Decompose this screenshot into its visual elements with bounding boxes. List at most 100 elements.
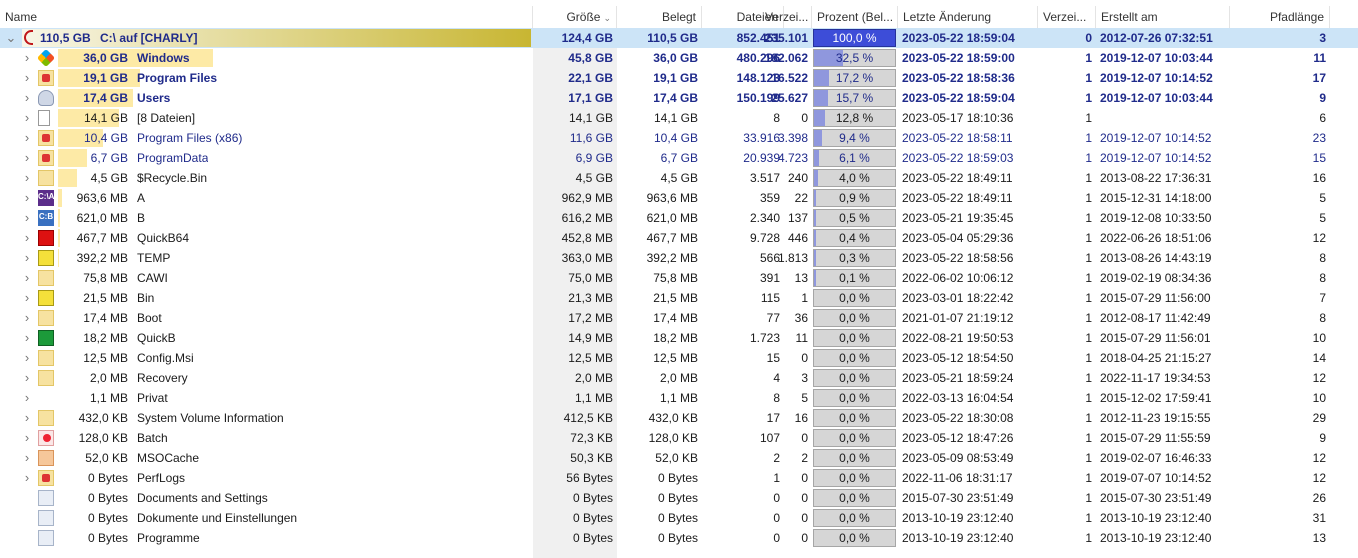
tree-row-root[interactable]: ⌄ 110,5 GB C:\ auf [CHARLY] 124,4 GB 110… <box>0 28 1358 48</box>
tree-row[interactable]: › C:\A 963,6 MB A 962,9 MB 963,6 MB 359 … <box>0 188 1358 208</box>
chevron-right-icon[interactable]: › <box>21 468 33 488</box>
chevron-right-icon[interactable]: › <box>21 248 33 268</box>
tree-row[interactable]: › 12,5 MB Config.Msi 12,5 MB 12,5 MB 15 … <box>0 348 1358 368</box>
chevron-right-icon[interactable]: › <box>21 428 33 448</box>
cell-size: 10,4 GB <box>83 131 128 145</box>
cell-groesse: 12,5 MB <box>568 351 613 365</box>
cell-erstellt-am: 2013-08-26 14:43:19 <box>1100 251 1212 265</box>
cell-erstellt-am: 2019-12-07 10:14:52 <box>1100 131 1212 145</box>
column-verzeichnisse-2[interactable]: Verzei... <box>1038 6 1096 28</box>
tree-row[interactable]: › 6,7 GB ProgramData 6,9 GB 6,7 GB 20.93… <box>0 148 1358 168</box>
percent-bar: 32,5 % <box>813 49 896 67</box>
tree-row[interactable]: › 21,5 MB Bin 21,3 MB 21,5 MB 115 1 0,0 … <box>0 288 1358 308</box>
tree-row[interactable]: › 2,0 MB Recovery 2,0 MB 2,0 MB 4 3 0,0 … <box>0 368 1358 388</box>
chevron-right-icon[interactable]: › <box>21 408 33 428</box>
quickb-green-icon <box>38 330 54 346</box>
column-groesse[interactable]: Größe ⌄ <box>533 6 617 28</box>
cell-verzeichnisse-2: 1 <box>1085 511 1092 525</box>
tree-row[interactable]: › 128,0 KB Batch 72,3 KB 128,0 KB 107 0 … <box>0 428 1358 448</box>
percent-text: 9,4 % <box>839 131 870 145</box>
chevron-right-icon[interactable] <box>21 508 33 528</box>
cell-verzeichnisse: 182.062 <box>764 51 808 65</box>
cell-pfadlaenge: 26 <box>1312 491 1326 505</box>
tree-row[interactable]: › 1,1 MB Privat 1,1 MB 1,1 MB 8 5 0,0 % … <box>0 388 1358 408</box>
cell-verzeichnisse: 0 <box>801 111 808 125</box>
cell-groesse: 75,0 MB <box>568 271 613 285</box>
cell-verzeichnisse: 1 <box>801 291 808 305</box>
chevron-right-icon[interactable]: › <box>21 168 33 188</box>
chevron-right-icon[interactable]: › <box>21 228 33 248</box>
chevron-right-icon[interactable]: › <box>21 308 33 328</box>
tree-row[interactable]: › 14,1 GB [8 Dateien] 14,1 GB 14,1 GB 8 … <box>0 108 1358 128</box>
cell-size: 1,1 MB <box>89 391 128 405</box>
chevron-right-icon[interactable]: › <box>21 288 33 308</box>
cell-verzeichnisse: 0 <box>801 431 808 445</box>
chevron-right-icon[interactable]: › <box>21 268 33 288</box>
tree-row[interactable]: › 17,4 GB Users 17,1 GB 17,4 GB 150.199 … <box>0 88 1358 108</box>
tree-row[interactable]: › 75,8 MB CAWI 75,0 MB 75,8 MB 391 13 0,… <box>0 268 1358 288</box>
cell-verzeichnisse: 11 <box>795 331 808 345</box>
cell-size: 75,8 MB <box>83 271 128 285</box>
cell-pfadlaenge: 12 <box>1312 471 1326 485</box>
tree-row[interactable]: › 52,0 KB MSOCache 50,3 KB 52,0 KB 2 2 0… <box>0 448 1358 468</box>
chevron-right-icon[interactable]: › <box>21 108 33 128</box>
users-icon <box>38 90 54 106</box>
column-pfadlaenge[interactable]: Pfadlänge <box>1230 6 1330 28</box>
tree-row[interactable]: › 4,5 GB $Recycle.Bin 4,5 GB 4,5 GB 3.51… <box>0 168 1358 188</box>
cell-name: A <box>137 191 146 205</box>
chevron-right-icon[interactable]: › <box>21 208 33 228</box>
tree-row[interactable]: › 392,2 MB TEMP 363,0 MB 392,2 MB 566 1.… <box>0 248 1358 268</box>
tree-row[interactable]: › 36,0 GB Windows 45,8 GB 36,0 GB 480.29… <box>0 48 1358 68</box>
tree-row[interactable]: › 467,7 MB QuickB64 452,8 MB 467,7 MB 9.… <box>0 228 1358 248</box>
tree-row[interactable]: 0 Bytes Dokumente und Einstellungen 0 By… <box>0 508 1358 528</box>
chevron-right-icon[interactable]: › <box>21 148 33 168</box>
percent-text: 0,0 % <box>839 471 870 485</box>
tree-row[interactable]: › 18,2 MB QuickB 14,9 MB 18,2 MB 1.723 1… <box>0 328 1358 348</box>
cell-erstellt-am: 2015-07-29 11:55:59 <box>1100 431 1211 445</box>
tree-row[interactable]: › 17,4 MB Boot 17,2 MB 17,4 MB 77 36 0,0… <box>0 308 1358 328</box>
chevron-right-icon[interactable]: › <box>21 128 33 148</box>
tree-row[interactable]: › 432,0 KB System Volume Information 412… <box>0 408 1358 428</box>
cell-verzeichnisse: 4.723 <box>777 151 808 165</box>
cell-size: 467,7 MB <box>76 231 128 245</box>
cell-verzeichnisse: 0 <box>801 351 808 365</box>
chevron-right-icon[interactable]: › <box>21 448 33 468</box>
cell-name: ProgramData <box>137 151 209 165</box>
tree-row[interactable]: › 19,1 GB Program Files 22,1 GB 19,1 GB … <box>0 68 1358 88</box>
tree-row[interactable]: 0 Bytes Documents and Settings 0 Bytes 0… <box>0 488 1358 508</box>
cell-groesse: 363,0 MB <box>561 251 613 265</box>
cell-letzte-aenderung: 2023-05-12 18:47:26 <box>902 431 1014 445</box>
chevron-right-icon[interactable] <box>21 488 33 508</box>
column-letzte-aenderung[interactable]: Letzte Änderung <box>898 6 1038 28</box>
chevron-right-icon[interactable]: › <box>21 88 33 108</box>
chevron-right-icon[interactable]: › <box>21 348 33 368</box>
cell-belegt: 128,0 KB <box>648 431 698 445</box>
chevron-right-icon[interactable]: › <box>21 368 33 388</box>
column-belegt[interactable]: Belegt <box>617 6 702 28</box>
cell-verzeichnisse: 446 <box>787 231 808 245</box>
cell-verzeichnisse-2: 1 <box>1085 431 1092 445</box>
cell-pfadlaenge: 8 <box>1319 271 1326 285</box>
column-prozent[interactable]: Prozent (Bel... <box>812 6 898 28</box>
cell-letzte-aenderung: 2023-05-22 18:49:11 <box>902 191 1013 205</box>
cell-letzte-aenderung: 2022-11-06 18:31:17 <box>902 471 1013 485</box>
chevron-down-icon[interactable]: ⌄ <box>5 28 17 48</box>
chevron-right-icon[interactable] <box>21 528 33 548</box>
percent-bar: 0,3 % <box>813 249 896 267</box>
cell-verzeichnisse: 235.101 <box>764 31 808 45</box>
chevron-right-icon[interactable]: › <box>21 68 33 88</box>
chevron-right-icon[interactable]: › <box>21 48 33 68</box>
tree-row[interactable]: › 0 Bytes PerfLogs 56 Bytes 0 Bytes 1 0 … <box>0 468 1358 488</box>
cell-verzeichnisse-2: 1 <box>1085 131 1092 145</box>
tree-row[interactable]: › C:B 621,0 MB B 616,2 MB 621,0 MB 2.340… <box>0 208 1358 228</box>
column-name[interactable]: Name <box>0 6 533 28</box>
column-verzeichnisse-label: Verzei... <box>760 6 812 28</box>
chevron-right-icon[interactable]: › <box>21 188 33 208</box>
link-folder-icon <box>38 510 54 526</box>
chevron-right-icon[interactable]: › <box>21 328 33 348</box>
percent-text: 0,0 % <box>839 351 870 365</box>
tree-row[interactable]: › 10,4 GB Program Files (x86) 11,6 GB 10… <box>0 128 1358 148</box>
column-erstellt-am[interactable]: Erstellt am <box>1096 6 1230 28</box>
tree-row[interactable]: 0 Bytes Programme 0 Bytes 0 Bytes 0 0 0,… <box>0 528 1358 548</box>
chevron-right-icon[interactable]: › <box>21 388 33 408</box>
